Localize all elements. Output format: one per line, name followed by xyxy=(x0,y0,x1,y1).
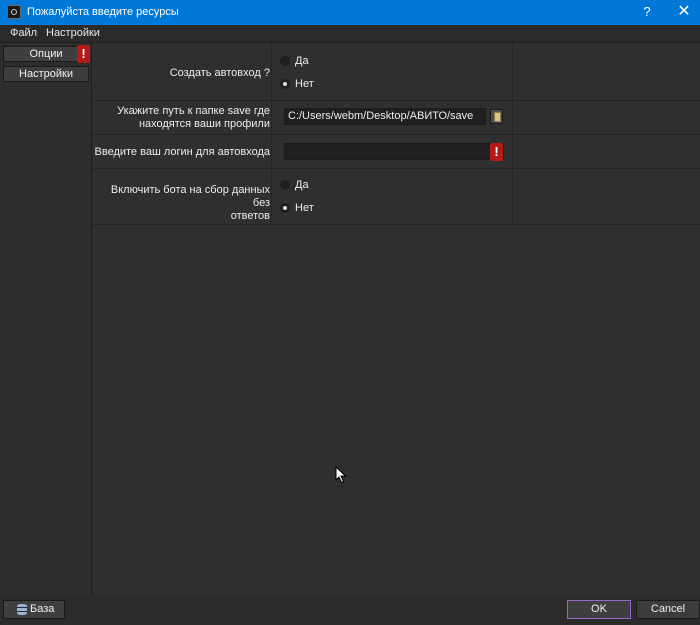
cancel-button[interactable]: Cancel xyxy=(636,600,700,619)
column-divider xyxy=(512,169,513,224)
row-save-path: Укажите путь к папке save где находятся … xyxy=(92,101,700,135)
row-bot-collect: Включить бота на сбор данных без ответов… xyxy=(92,169,700,225)
bot-collect-no-label: Нет xyxy=(295,202,314,214)
app-icon xyxy=(7,5,21,19)
row-autologin: Создать автовход ? Да Нет xyxy=(92,43,700,101)
mouse-cursor-icon xyxy=(335,466,347,484)
database-icon xyxy=(17,604,27,615)
column-divider xyxy=(271,43,272,100)
login-error-icon: ! xyxy=(490,143,503,161)
title-bar: Пожалуйста введите ресурсы ? ✕ xyxy=(0,0,700,25)
category-options-label: Опции xyxy=(29,48,63,60)
database-button-label: База xyxy=(30,603,55,615)
save-path-label-line2: находятся ваши профили xyxy=(138,118,270,130)
column-divider xyxy=(512,101,513,134)
row-login: Введите ваш логин для автовхода ! xyxy=(92,135,700,169)
browse-folder-icon[interactable] xyxy=(490,109,503,124)
ok-button[interactable]: OK xyxy=(567,600,631,619)
autologin-no-label: Нет xyxy=(295,78,314,90)
menu-bar: Файл Настройки xyxy=(0,25,700,43)
button-bar: База OK Cancel xyxy=(0,596,700,625)
column-divider xyxy=(271,101,272,134)
menu-file[interactable]: Файл xyxy=(10,27,37,39)
autologin-label: Создать автовход ? xyxy=(169,67,270,79)
column-divider xyxy=(271,135,272,168)
bot-collect-yes-label: Да xyxy=(295,179,309,191)
save-path-input[interactable]: C:/Users/webm/Desktop/АВИТО/save xyxy=(284,108,486,125)
help-button[interactable]: ? xyxy=(640,4,654,19)
column-divider xyxy=(512,135,513,168)
column-divider xyxy=(512,43,513,100)
save-path-label-line1: Укажите путь к папке save где xyxy=(117,105,270,117)
bot-collect-label-line1: Включить бота на сбор данных без xyxy=(110,184,270,209)
menu-settings[interactable]: Настройки xyxy=(46,27,100,39)
category-settings[interactable]: Настройки xyxy=(3,66,89,82)
bot-collect-label: Включить бота на сбор данных без ответов xyxy=(92,184,270,223)
error-icon: ! xyxy=(77,45,90,63)
radio-checked-icon xyxy=(280,79,290,89)
category-options[interactable]: Опции ! xyxy=(3,45,90,63)
window-title: Пожалуйста введите ресурсы xyxy=(27,6,179,18)
save-path-label: Укажите путь к папке save где находятся … xyxy=(92,105,270,131)
login-input[interactable] xyxy=(284,143,504,160)
settings-form: Создать автовход ? Да Нет Укажите путь к… xyxy=(91,43,700,596)
category-settings-label: Настройки xyxy=(19,68,73,80)
close-button[interactable]: ✕ xyxy=(674,0,694,25)
database-button[interactable]: База xyxy=(3,600,65,619)
radio-checked-icon xyxy=(280,203,290,213)
radio-icon xyxy=(280,56,290,66)
login-label: Введите ваш логин для автовхода xyxy=(94,146,270,158)
column-divider xyxy=(271,169,272,224)
radio-icon xyxy=(280,180,290,190)
autologin-yes-label: Да xyxy=(295,55,309,67)
category-panel: Опции ! Настройки xyxy=(0,43,92,596)
bot-collect-label-line2: ответов xyxy=(230,210,270,222)
